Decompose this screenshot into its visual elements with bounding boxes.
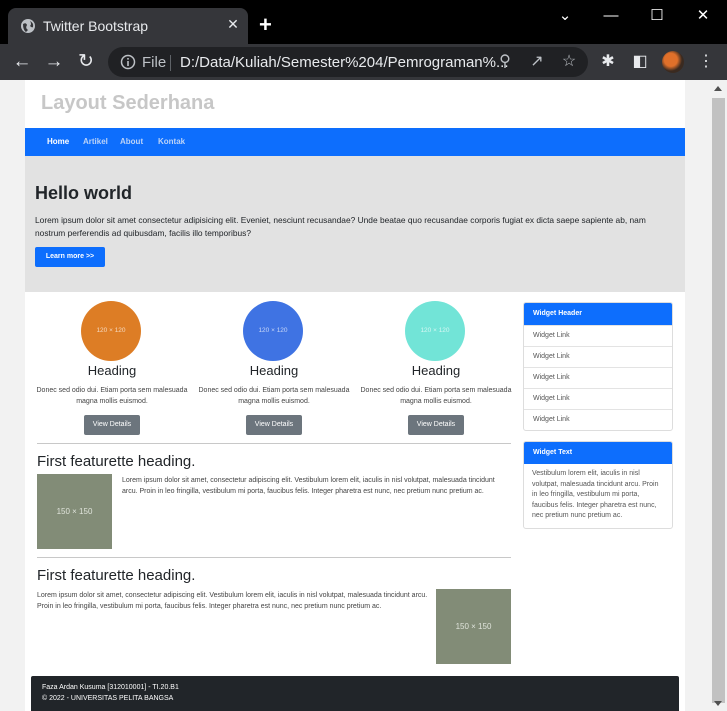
footer: Faza Ardan Kusuma [312010001] - TI.20.B1… <box>31 676 679 711</box>
hero-text: Lorem ipsum dolor sit amet consectetur a… <box>35 215 646 238</box>
nav-link-home[interactable]: Home <box>47 137 69 146</box>
omnibox-divider <box>170 55 171 71</box>
footer-credit: Faza Ardan Kusuma [312010001] - TI.20.B1 <box>42 684 179 691</box>
featurette-divider <box>37 443 511 444</box>
navbar: Home Artikel About Kontak <box>25 128 685 156</box>
side-panel-icon[interactable]: ◧ <box>630 52 650 72</box>
tab-close-icon[interactable]: ✕ <box>225 16 241 32</box>
nav-link-artikel[interactable]: Artikel <box>83 137 108 146</box>
feature-column: 120 × 120 Heading Donec sed odio dui. Et… <box>31 301 193 441</box>
site-title: Layout Sederhana <box>41 92 215 114</box>
widget-link[interactable]: Widget Link <box>524 325 672 346</box>
nav-link-kontak[interactable]: Kontak <box>158 137 185 146</box>
feature-text: Donec sed odio dui. Etiam porta sem male… <box>360 387 512 405</box>
tab-strip: Twitter Bootstrap ✕ + ⌄ — ☐ ✕ <box>0 0 727 44</box>
hero-section: Hello world Lorem ipsum dolor sit amet c… <box>25 156 685 292</box>
circle-image: 120 × 120 <box>243 301 303 361</box>
feature-heading: Heading <box>249 363 299 378</box>
maximize-button[interactable]: ☐ <box>642 6 672 28</box>
widget-link[interactable]: Widget Link <box>524 367 672 388</box>
circle-image: 120 × 120 <box>405 301 465 361</box>
share-icon[interactable]: ↗ <box>528 53 546 71</box>
scroll-thumb[interactable] <box>712 98 725 703</box>
feature-heading: Heading <box>87 363 137 378</box>
close-window-button[interactable]: ✕ <box>688 6 718 28</box>
featurette-image: 150 × 150 <box>436 589 511 664</box>
address-bar[interactable]: File D:/Data/Kuliah/Semester%204/Pemrogr… <box>108 47 588 77</box>
file-scheme-label: File <box>142 54 167 71</box>
featurette-text: Lorem ipsum dolor sit amet, consectetur … <box>122 477 495 495</box>
extensions-puzzle-icon[interactable]: ✱ <box>598 52 618 72</box>
tab-title: Twitter Bootstrap <box>43 18 149 34</box>
browser-tab[interactable]: Twitter Bootstrap ✕ <box>8 8 248 44</box>
view-details-button[interactable]: View Details <box>84 415 140 435</box>
widget-header: Widget Header <box>524 303 672 325</box>
globe-icon <box>21 19 35 33</box>
zoom-icon[interactable]: ⚲ <box>496 53 514 71</box>
info-icon[interactable] <box>120 54 136 70</box>
minimize-button[interactable]: — <box>596 6 626 28</box>
feature-column: 120 × 120 Heading Donec sed odio dui. Et… <box>355 301 517 441</box>
feature-text: Donec sed odio dui. Etiam porta sem male… <box>36 387 188 405</box>
vertical-scrollbar[interactable] <box>710 80 727 711</box>
nav-link-about[interactable]: About <box>120 137 143 146</box>
widget-text: Widget Text Vestibulum lorem elit, iacul… <box>523 441 673 529</box>
feature-column: 120 × 120 Heading Donec sed odio dui. Et… <box>193 301 355 441</box>
learn-more-button[interactable]: Learn more >> <box>35 247 105 267</box>
featurette-heading: First featurette heading. <box>37 453 196 470</box>
feature-text: Donec sed odio dui. Etiam porta sem male… <box>198 387 350 405</box>
footer-copyright: © 2022 - UNIVERSITAS PELITA BANGSA <box>42 695 174 702</box>
featurette-heading: First featurette heading. <box>37 567 196 584</box>
page-container: Layout Sederhana Home Artikel About Kont… <box>25 80 685 711</box>
widget-link[interactable]: Widget Link <box>524 388 672 409</box>
widget-text-body: Vestibulum lorem elit, iaculis in nisl v… <box>532 470 659 519</box>
scroll-up-arrow-icon[interactable] <box>714 86 722 91</box>
feature-heading: Heading <box>411 363 461 378</box>
widget-link[interactable]: Widget Link <box>524 409 672 430</box>
widget-text-header: Widget Text <box>524 442 672 464</box>
featurette-text: Lorem ipsum dolor sit amet, consectetur … <box>37 592 428 610</box>
back-arrow-icon[interactable]: ← <box>10 50 34 74</box>
hero-title: Hello world <box>35 183 133 203</box>
widget-link[interactable]: Widget Link <box>524 346 672 367</box>
view-details-button[interactable]: View Details <box>246 415 302 435</box>
url-text[interactable]: D:/Data/Kuliah/Semester%204/Pemrograman%… <box>180 54 508 71</box>
more-menu-icon[interactable]: ⋮ <box>696 52 716 72</box>
browser-toolbar: ← → ↻ File D:/Data/Kuliah/Semester%204/P… <box>0 44 727 80</box>
profile-avatar[interactable] <box>662 51 684 73</box>
bookmark-star-icon[interactable]: ☆ <box>560 53 578 71</box>
widget-links: Widget Header Widget Link Widget Link Wi… <box>523 302 673 431</box>
reload-icon[interactable]: ↻ <box>74 50 98 74</box>
forward-arrow-icon[interactable]: → <box>42 50 66 74</box>
featurette-divider <box>37 557 511 558</box>
tab-search-icon[interactable]: ⌄ <box>550 6 580 28</box>
featurette-image: 150 × 150 <box>37 474 112 549</box>
view-details-button[interactable]: View Details <box>408 415 464 435</box>
new-tab-button[interactable]: + <box>259 14 272 36</box>
circle-image: 120 × 120 <box>81 301 141 361</box>
scroll-down-arrow-icon[interactable] <box>714 701 722 706</box>
